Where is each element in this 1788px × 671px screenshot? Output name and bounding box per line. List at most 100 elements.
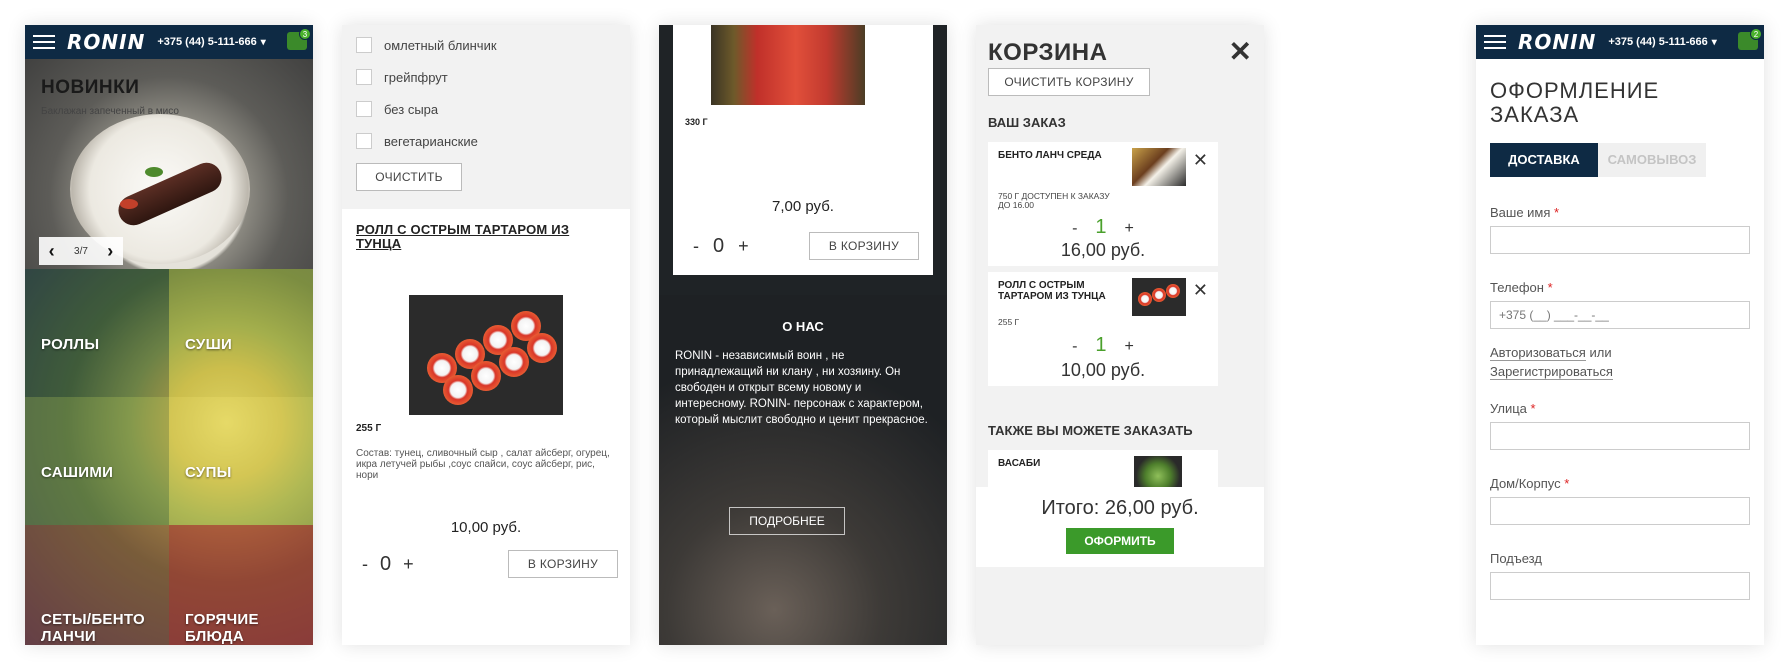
cart-item-price: 10,00 руб. — [1060, 360, 1146, 380]
your-order-heading: ВАШ ЗАКАЗ — [988, 115, 1066, 130]
product-composition: Состав: тунец, сливочный сыр , салат айс… — [356, 448, 610, 481]
category-tile-sets[interactable]: СЕТЫ/БЕНТО ЛАНЧИ — [25, 525, 169, 645]
register-link[interactable]: Зарегистрироваться — [1490, 364, 1613, 380]
category-tile-hot-dishes[interactable]: ГОРЯЧИЕ БЛЮДА — [169, 525, 313, 645]
qty-plus-button[interactable]: + — [403, 554, 414, 575]
name-field[interactable] — [1490, 226, 1750, 254]
cart-icon[interactable]: 2 — [1738, 28, 1762, 50]
site-header: RONIN +375 (44) 5-111-666 ▾ 3 — [25, 25, 313, 59]
remove-item-icon[interactable]: ✕ — [1193, 280, 1208, 301]
filter-option[interactable]: вегетарианские — [356, 125, 616, 157]
cart-item-name: БЕНТО ЛАНЧ СРЕДА — [998, 150, 1102, 161]
qty-minus-button[interactable]: - — [693, 236, 699, 257]
slider-counter: 3/7 — [74, 245, 88, 257]
name-label: Ваше имя * — [1490, 205, 1560, 220]
tab-delivery[interactable]: ДОСТАВКА — [1490, 143, 1598, 177]
cart-total-bar: Итого: 26,00 руб. ОФОРМИТЬ — [976, 487, 1264, 567]
filter-list: омлетный блинчик грейпфрут без сыра веге… — [342, 25, 630, 209]
qty-value: 0 — [713, 235, 725, 257]
product-weight: 255 Г — [356, 423, 382, 434]
drink-image[interactable] — [711, 25, 865, 105]
menu-icon[interactable] — [33, 35, 55, 49]
filter-option[interactable]: омлетный блинчик — [356, 29, 616, 61]
more-button[interactable]: ПОДРОБНЕЕ — [729, 507, 845, 535]
product-price: 7,00 руб. — [772, 198, 834, 215]
cart-title: КОРЗИНА — [988, 39, 1108, 66]
about-title: О НАС — [782, 319, 824, 334]
checkout-button[interactable]: ОФОРМИТЬ — [1066, 528, 1174, 554]
street-field[interactable] — [1490, 422, 1750, 450]
cart-count-badge: 2 — [1750, 28, 1762, 40]
logo[interactable]: RONIN — [1518, 30, 1596, 54]
qty-minus-button[interactable]: - — [1072, 338, 1077, 355]
logo[interactable]: RONIN — [67, 30, 145, 54]
tab-pickup[interactable]: САМОВЫВОЗ — [1598, 143, 1706, 177]
add-to-cart-button[interactable]: В КОРЗИНУ — [508, 550, 618, 578]
street-label: Улица * — [1490, 401, 1536, 416]
qty-minus-button[interactable]: - — [362, 554, 368, 575]
qty-plus-button[interactable]: + — [1125, 220, 1134, 237]
product-weight: 330 Г — [685, 117, 708, 127]
checkbox[interactable] — [356, 37, 372, 53]
chevron-down-icon: ▾ — [260, 37, 266, 48]
slider-next-icon[interactable]: › — [107, 241, 113, 262]
menu-icon[interactable] — [1484, 35, 1506, 49]
cart-total: Итого: 26,00 руб. — [1041, 497, 1199, 519]
cart-item-image — [1132, 278, 1186, 316]
close-icon[interactable]: ✕ — [1229, 35, 1252, 68]
slider-control: ‹ 3/7 › — [39, 237, 123, 265]
entrance-field[interactable] — [1490, 572, 1750, 600]
filter-option[interactable]: грейпфрут — [356, 61, 616, 93]
product-image[interactable] — [409, 295, 563, 415]
cart-item-meta: 255 Г — [998, 317, 1020, 327]
category-grid: РОЛЛЫ СУШИ САШИМИ СУПЫ СЕТЫ/БЕНТО ЛАНЧИ … — [25, 269, 313, 645]
category-tile-sashimi[interactable]: САШИМИ — [25, 397, 169, 525]
cart-item-name: РОЛЛ С ОСТРЫМ ТАРТАРОМ ИЗ ТУНЦА — [998, 280, 1106, 302]
hero-subtitle: Баклажан запеченный в мисо — [41, 106, 179, 117]
product-about-screen: 330 Г 7,00 руб. - 0 + В КОРЗИНУ О НАС RO… — [659, 25, 947, 645]
quantity-row: - 0 + В КОРЗИНУ — [342, 550, 630, 578]
product-card: 330 Г 7,00 руб. - 0 + В КОРЗИНУ — [673, 25, 933, 275]
suggestion-name: ВАСАБИ — [998, 458, 1041, 469]
qty-minus-button[interactable]: - — [1072, 220, 1077, 237]
cart-item-price: 16,00 руб. — [1060, 240, 1146, 260]
remove-item-icon[interactable]: ✕ — [1193, 150, 1208, 171]
add-to-cart-button[interactable]: В КОРЗИНУ — [809, 232, 919, 260]
herb-decor — [145, 167, 163, 177]
site-header: RONIN +375 (44) 5-111-666 ▾ 2 — [1476, 25, 1764, 59]
chevron-down-icon: ▾ — [1711, 37, 1717, 48]
phone-field[interactable]: +375 (__) ___-__-__ — [1490, 301, 1750, 329]
house-field[interactable] — [1490, 497, 1750, 525]
quantity-stepper: - 1 + — [988, 334, 1218, 357]
checkbox[interactable] — [356, 69, 372, 85]
product-title[interactable]: РОЛЛ С ОСТРЫМ ТАРТАРОМ ИЗ ТУНЦА — [356, 223, 616, 251]
auth-links: Авторизоваться или Зарегистрироваться — [1490, 345, 1613, 380]
about-text: RONIN - независимый воин , не принадлежа… — [675, 350, 928, 426]
cart-item-image — [1132, 148, 1186, 186]
cart-icon[interactable]: 3 — [287, 28, 311, 50]
phone-label: Телефон * — [1490, 280, 1553, 295]
checkbox[interactable] — [356, 101, 372, 117]
qty-plus-button[interactable]: + — [1125, 338, 1134, 355]
quantity-stepper: - 1 + — [988, 216, 1218, 239]
page-title: ОФОРМЛЕНИЕ ЗАКАЗА — [1490, 78, 1660, 127]
category-tile-soups[interactable]: СУПЫ — [169, 397, 313, 525]
phone-number[interactable]: +375 (44) 5-111-666 ▾ — [157, 36, 265, 48]
clear-filters-button[interactable]: ОЧИСТИТЬ — [356, 163, 462, 191]
filter-option[interactable]: без сыра — [356, 93, 616, 125]
quantity-stepper: - 0 + — [693, 235, 749, 258]
slider-prev-icon[interactable]: ‹ — [49, 241, 55, 262]
hero-title: НОВИНКИ — [41, 77, 140, 98]
about-section: О НАС RONIN - независимый воин , не прин… — [659, 295, 947, 645]
clear-cart-button[interactable]: ОЧИСТИТЬ КОРЗИНУ — [988, 68, 1150, 96]
category-tile-sushi[interactable]: СУШИ — [169, 269, 313, 397]
new-items-banner[interactable]: НОВИНКИ Баклажан запеченный в мисо ‹ 3/7… — [25, 59, 313, 269]
category-tile-rolls[interactable]: РОЛЛЫ — [25, 269, 169, 397]
login-link[interactable]: Авторизоваться — [1490, 345, 1586, 361]
entrance-label: Подъезд — [1490, 551, 1542, 566]
qty-plus-button[interactable]: + — [738, 236, 749, 257]
checkbox[interactable] — [356, 133, 372, 149]
cart-item: БЕНТО ЛАНЧ СРЕДА ✕ 750 Г ДОСТУПЕН К ЗАКА… — [988, 142, 1218, 266]
checkout-screen: RONIN +375 (44) 5-111-666 ▾ 2 ОФОРМЛЕНИЕ … — [1476, 25, 1764, 645]
phone-number[interactable]: +375 (44) 5-111-666 ▾ — [1608, 36, 1716, 48]
